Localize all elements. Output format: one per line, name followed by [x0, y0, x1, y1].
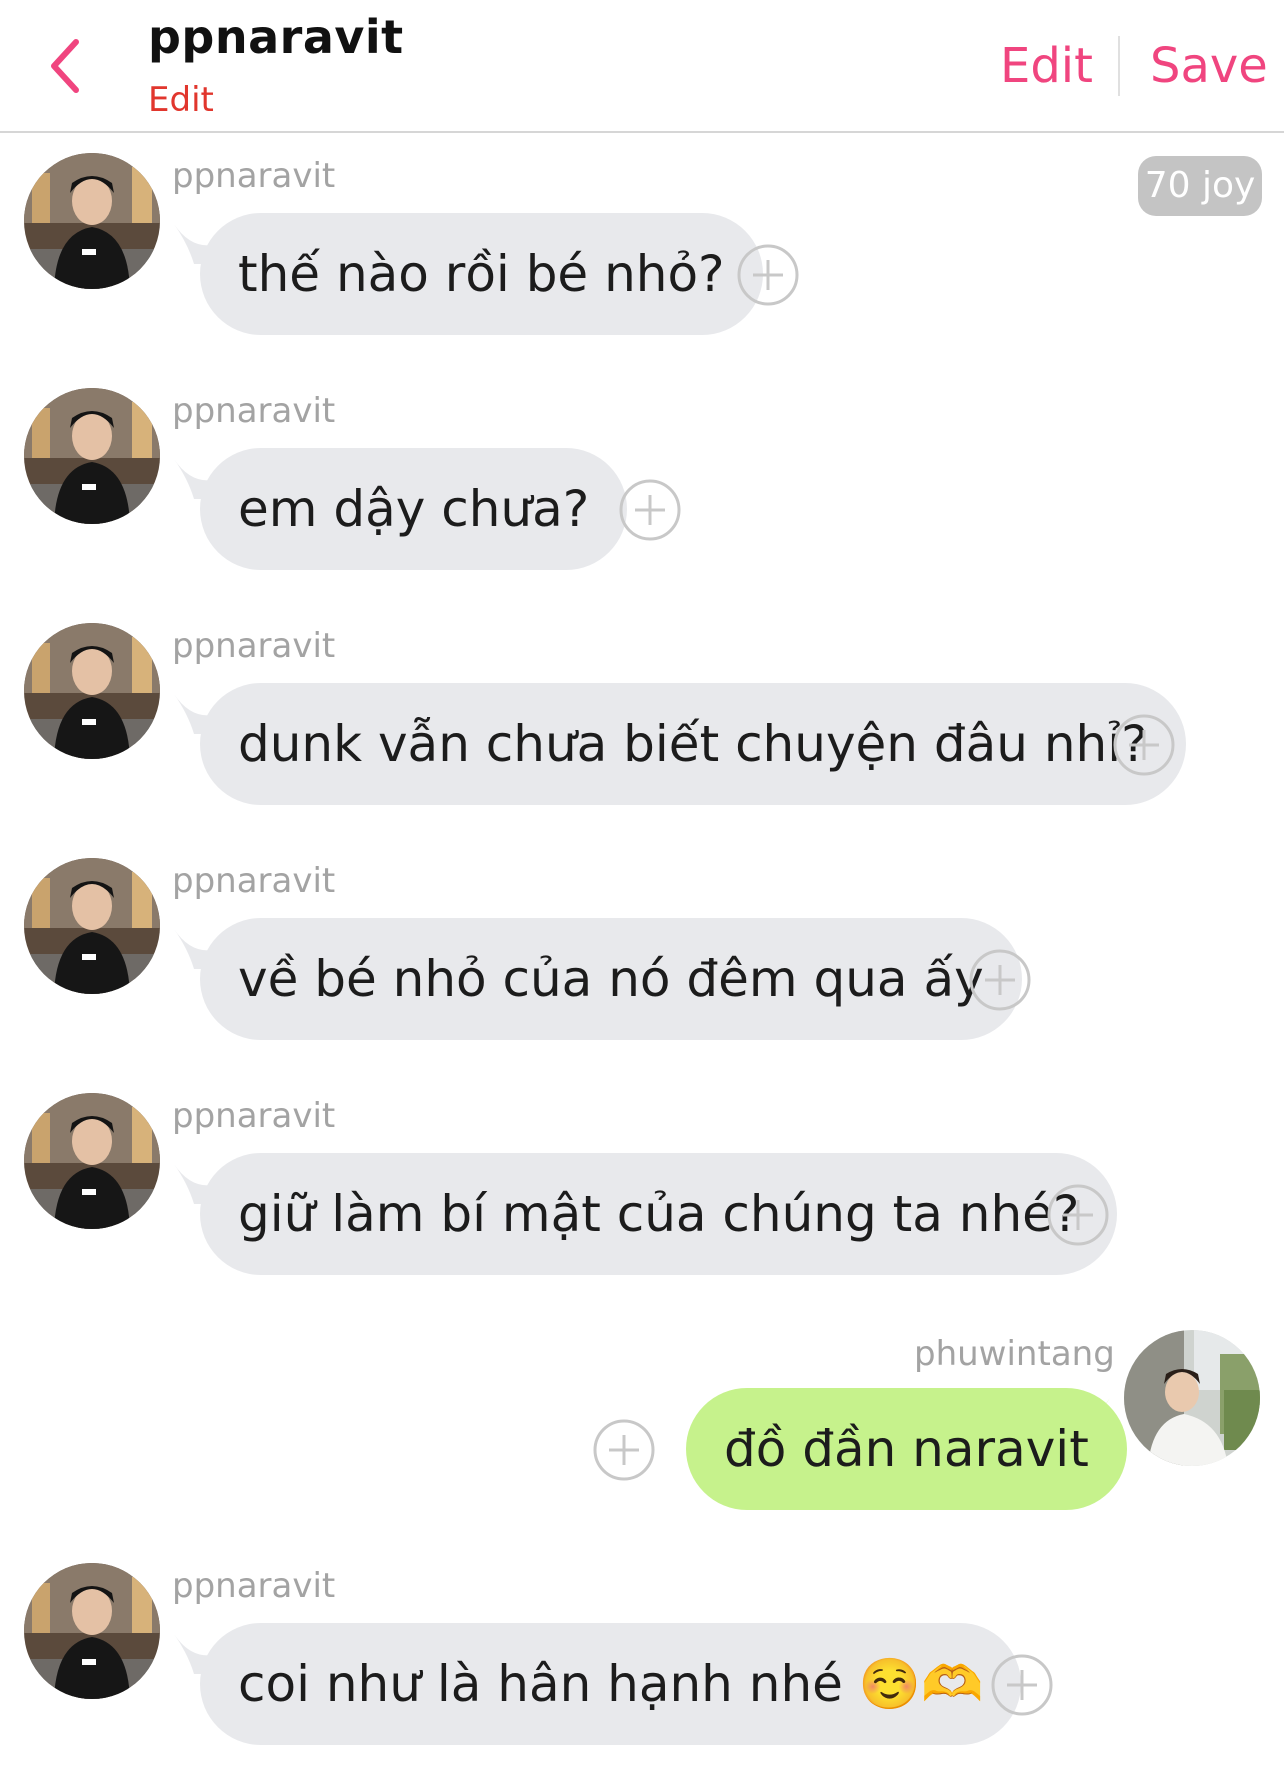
message-bubble[interactable]: coi như là hân hạnh nhé ☺️🫶 — [200, 1623, 1022, 1745]
user-avatar-icon — [24, 1563, 160, 1699]
user-avatar-icon — [24, 1093, 160, 1229]
message-bubble[interactable]: giữ làm bí mật của chúng ta nhé? — [200, 1153, 1118, 1275]
plus-circle-icon — [969, 949, 1031, 1011]
plus-circle-icon — [737, 244, 799, 306]
user-avatar-icon — [24, 623, 160, 759]
user-avatar-icon — [1124, 1330, 1260, 1466]
plus-circle-icon — [1047, 1184, 1109, 1246]
sender-name: ppnaravit — [172, 1096, 336, 1136]
message-bubble[interactable]: về bé nhỏ của nó đêm qua ấy — [200, 918, 1022, 1040]
sender-name: ppnaravit — [172, 156, 336, 196]
add-reaction-button[interactable] — [968, 948, 1032, 1012]
avatar[interactable] — [24, 388, 160, 524]
save-button[interactable]: Save — [1150, 38, 1268, 94]
back-button[interactable] — [40, 36, 94, 96]
message-bubble[interactable]: đồ đần naravit — [686, 1388, 1127, 1510]
sender-name: ppnaravit — [172, 1566, 336, 1606]
sender-name: ppnaravit — [172, 391, 336, 431]
add-reaction-button[interactable] — [618, 478, 682, 542]
plus-circle-icon — [1113, 714, 1175, 776]
chat-header: ppnaravit Edit Edit Save — [0, 0, 1284, 133]
avatar[interactable] — [24, 1093, 160, 1229]
plus-circle-icon — [593, 1419, 655, 1481]
add-reaction-button[interactable] — [592, 1418, 656, 1482]
avatar[interactable] — [24, 153, 160, 289]
subtitle-edit-link[interactable]: Edit — [148, 80, 214, 120]
emoji-text: ☺️🫶 — [858, 1655, 984, 1713]
sender-name: ppnaravit — [172, 861, 336, 901]
add-reaction-button[interactable] — [736, 243, 800, 307]
message-bubble[interactable]: thế nào rồi bé nhỏ? — [200, 213, 763, 335]
edit-button[interactable]: Edit — [1000, 38, 1093, 94]
joy-badge: 70 joy — [1138, 156, 1262, 216]
chevron-left-icon — [51, 39, 79, 93]
user-avatar-icon — [24, 388, 160, 524]
message-bubble[interactable]: dunk vẫn chưa biết chuyện đâu nhỉ? — [200, 683, 1186, 805]
message-bubble[interactable]: em dậy chưa? — [200, 448, 628, 570]
message-text: coi như là hân hạnh nhé — [238, 1655, 843, 1713]
plus-circle-icon — [619, 479, 681, 541]
avatar[interactable] — [24, 858, 160, 994]
user-avatar-icon — [24, 153, 160, 289]
chat-title: ppnaravit — [148, 10, 404, 64]
plus-circle-icon — [991, 1654, 1053, 1716]
add-reaction-button[interactable] — [1112, 713, 1176, 777]
avatar[interactable] — [24, 623, 160, 759]
sender-name: phuwintang — [914, 1334, 1115, 1374]
sender-name: ppnaravit — [172, 626, 336, 666]
avatar[interactable] — [1124, 1330, 1260, 1466]
user-avatar-icon — [24, 858, 160, 994]
header-divider — [1118, 36, 1120, 96]
add-reaction-button[interactable] — [990, 1653, 1054, 1717]
add-reaction-button[interactable] — [1046, 1183, 1110, 1247]
avatar[interactable] — [24, 1563, 160, 1699]
